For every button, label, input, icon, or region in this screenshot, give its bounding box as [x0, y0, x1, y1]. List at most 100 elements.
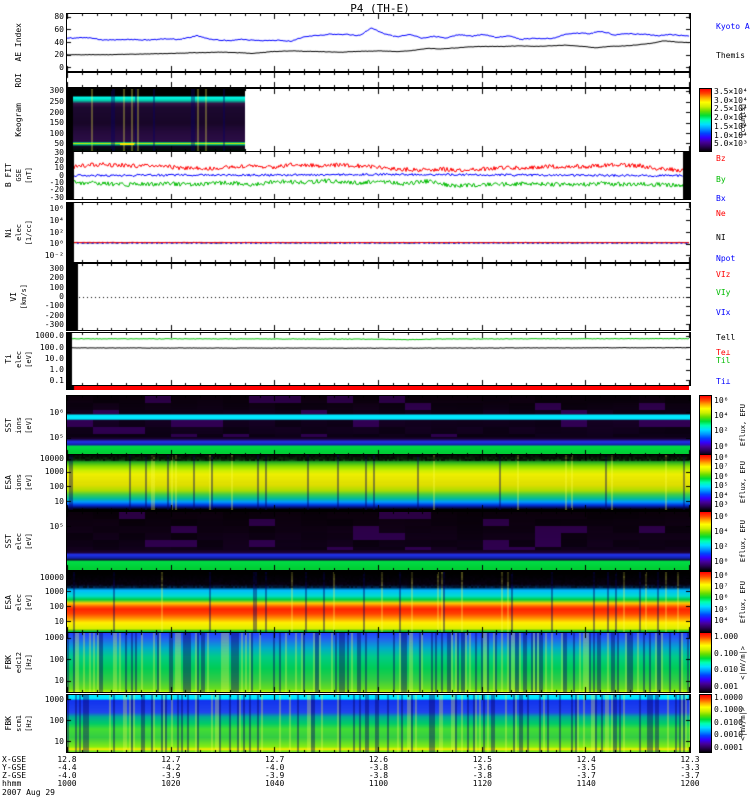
fbk-scm1-spectrogram-axis-label-line: [Hz]	[25, 715, 33, 732]
esa-ion-spectrogram-colorbar	[699, 454, 712, 511]
velocity-panel-legend-viz: VIz	[716, 269, 731, 279]
velocity-panel-legend-vix: VIx	[716, 307, 731, 317]
sst-ion-spectrogram-axis-label-line: [eV]	[25, 417, 33, 434]
temperature-panel	[66, 332, 691, 386]
sst-ion-spectrogram	[66, 395, 691, 456]
keogram-panel-ytick-label: 50	[54, 139, 64, 149]
keogram-panel-colorbar-unit: [counts]	[738, 89, 748, 151]
fbk-edc12-spectrogram-colorbar-tick: 1.000	[714, 632, 739, 642]
ae-index-panel-ytick-label: 0	[59, 63, 64, 73]
density-panel-ytick-label: 10⁴	[49, 215, 64, 225]
keogram-panel-ytick-label: 150	[49, 118, 64, 128]
fbk-scm1-spectrogram-ytick-label: 100	[49, 715, 64, 725]
fbk-edc12-spectrogram-axis-label-line: FBK	[4, 655, 13, 670]
sst-electron-spectrogram-axis-label: SST elec [eV]	[2, 512, 36, 570]
fbk-edc12-spectrogram-colorbar-tick: 0.100	[714, 648, 739, 658]
sst-electron-spectrogram-colorbar-tick: 10⁶	[714, 511, 729, 521]
density-panel-legend-ni: NI	[716, 232, 726, 242]
b-fit-panel-ytick-label: -30	[49, 192, 64, 202]
esa-electron-spectrogram-colorbar-tick: 10⁷	[714, 582, 729, 591]
sst-ion-spectrogram-ytick-label: 10⁶	[49, 407, 64, 417]
esa-electron-spectrogram-axis-label-line: [eV]	[25, 593, 33, 611]
fbk-edc12-spectrogram-axis-label: FBK edc12 [Hz]	[2, 633, 36, 692]
b-fit-panel-canvas	[67, 152, 690, 199]
ae-index-panel	[66, 13, 691, 72]
sst-electron-spectrogram-axis-label-line: elec	[15, 532, 23, 550]
sst-electron-spectrogram-axis-label-line: SST	[4, 533, 13, 549]
esa-ion-spectrogram-ytick-label: 100	[49, 481, 64, 491]
ae-index-panel-ytick-label: 20	[54, 50, 64, 60]
sst-ion-spectrogram-colorbar-tick: 10⁰	[714, 441, 729, 451]
velocity-panel-canvas	[67, 264, 690, 330]
esa-ion-spectrogram-canvas	[67, 455, 690, 510]
sst-electron-spectrogram-colorbar-unit: Eflux, EFU	[738, 512, 748, 570]
esa-ion-spectrogram-ytick-label: 10	[54, 496, 64, 506]
esa-ion-spectrogram-ytick-label: 10000	[39, 453, 64, 463]
sst-ion-spectrogram-axis-label-line: ions	[15, 417, 23, 434]
temperature-panel-ytick-label: 1000.0	[35, 331, 64, 341]
esa-ion-spectrogram-axis-label-line: [eV]	[25, 474, 33, 491]
fbk-scm1-spectrogram-colorbar-unit: <|mV/m|>	[738, 695, 748, 752]
temperature-panel-ytick-label: 10.0	[44, 354, 64, 363]
esa-ion-spectrogram-axis-label: ESA ions [eV]	[2, 455, 36, 510]
temperature-panel-axis-label-line: elec	[15, 350, 23, 368]
time-tick-label: 1040	[265, 779, 285, 788]
time-tick-label: 1200	[680, 779, 700, 788]
esa-ion-spectrogram	[66, 454, 691, 511]
fbk-edc12-spectrogram-colorbar-tick: 0.001	[714, 681, 739, 691]
roi-panel-canvas	[67, 73, 690, 87]
density-panel-axis-label-line: [1/cc]	[25, 219, 33, 246]
density-panel-ytick-label: 10²	[49, 227, 64, 237]
esa-electron-spectrogram-ytick-label: 100	[49, 601, 64, 611]
esa-ion-spectrogram-axis-label-line: ESA	[4, 475, 13, 490]
temperature-panel-axis-label: Ti elec [eV]	[2, 333, 36, 385]
temperature-panel-ytick-label: 0.1	[49, 376, 64, 386]
esa-electron-spectrogram-colorbar-tick: 10⁵	[714, 604, 729, 614]
density-panel-ytick-label: 10⁰	[49, 239, 64, 249]
temperature-panel-axis-label-line: [eV]	[25, 350, 33, 368]
esa-electron-spectrogram-axis-label-line: elec	[15, 593, 23, 611]
keogram-panel-ytick-label: 200	[49, 107, 64, 117]
flags-bar	[66, 386, 689, 390]
sst-electron-spectrogram-colorbar-tick: 10⁰	[714, 556, 729, 566]
sst-electron-spectrogram-colorbar	[699, 511, 712, 571]
sst-ion-spectrogram-canvas	[67, 396, 690, 455]
b-fit-panel-legend-by: By	[716, 174, 726, 184]
fbk-scm1-spectrogram-ytick-label: 10	[54, 736, 64, 746]
esa-ion-spectrogram-colorbar-tick: 10⁴	[714, 490, 729, 500]
roi-panel	[66, 72, 691, 88]
esa-electron-spectrogram-ytick-label: 10	[54, 616, 64, 626]
esa-electron-spectrogram-colorbar-tick: 10⁸	[714, 570, 729, 580]
velocity-panel-ytick-label: -300	[44, 320, 64, 330]
b-fit-panel-axis-label-line: GSE	[15, 169, 23, 182]
b-fit-panel-legend-bz: Bz	[716, 153, 726, 163]
b-fit-panel-axis-label-line: B FIT	[4, 163, 13, 188]
fbk-scm1-spectrogram-canvas	[67, 695, 690, 752]
esa-electron-spectrogram-ytick-label: 10000	[39, 573, 64, 582]
time-tick-label: 1000	[57, 779, 77, 788]
velocity-panel-ytick-label: 0	[59, 292, 64, 301]
fbk-edc12-spectrogram-axis-label-line: edc12	[15, 651, 23, 674]
esa-ion-spectrogram-colorbar-tick: 10⁸	[714, 453, 729, 463]
sst-electron-spectrogram-colorbar-tick: 10⁴	[714, 526, 729, 536]
density-panel-legend-ne: Ne	[716, 209, 726, 219]
sst-ion-spectrogram-colorbar-unit-text: Eflux, EFU	[739, 404, 747, 447]
date-label: 2007 Aug 29	[2, 788, 55, 797]
sst-electron-spectrogram-canvas	[67, 512, 690, 570]
density-panel-ytick-label: 10⁶	[49, 203, 64, 213]
density-panel	[66, 202, 691, 263]
time-tick-label: 1140	[576, 779, 596, 788]
sst-ion-spectrogram-colorbar-unit: Eflux, EFU	[738, 396, 748, 455]
flags-bar-canvas	[66, 386, 689, 390]
ae-index-panel-canvas	[67, 14, 690, 71]
esa-ion-spectrogram-ytick-label: 1000	[44, 467, 64, 477]
esa-electron-spectrogram-canvas	[67, 572, 690, 632]
esa-electron-spectrogram	[66, 571, 691, 633]
fbk-edc12-spectrogram-ytick-label: 100	[49, 654, 64, 664]
sst-electron-spectrogram-colorbar-tick: 10²	[714, 541, 729, 551]
velocity-panel-axis-label-line: [km/s]	[20, 284, 28, 310]
fbk-scm1-spectrogram-axis-label: FBK scm1 [Hz]	[2, 695, 36, 752]
density-panel-axis-label-line: elec	[15, 224, 23, 241]
velocity-panel-legend-viy: VIy	[716, 288, 731, 298]
keogram-panel-axis-label: Keogram	[2, 89, 36, 151]
